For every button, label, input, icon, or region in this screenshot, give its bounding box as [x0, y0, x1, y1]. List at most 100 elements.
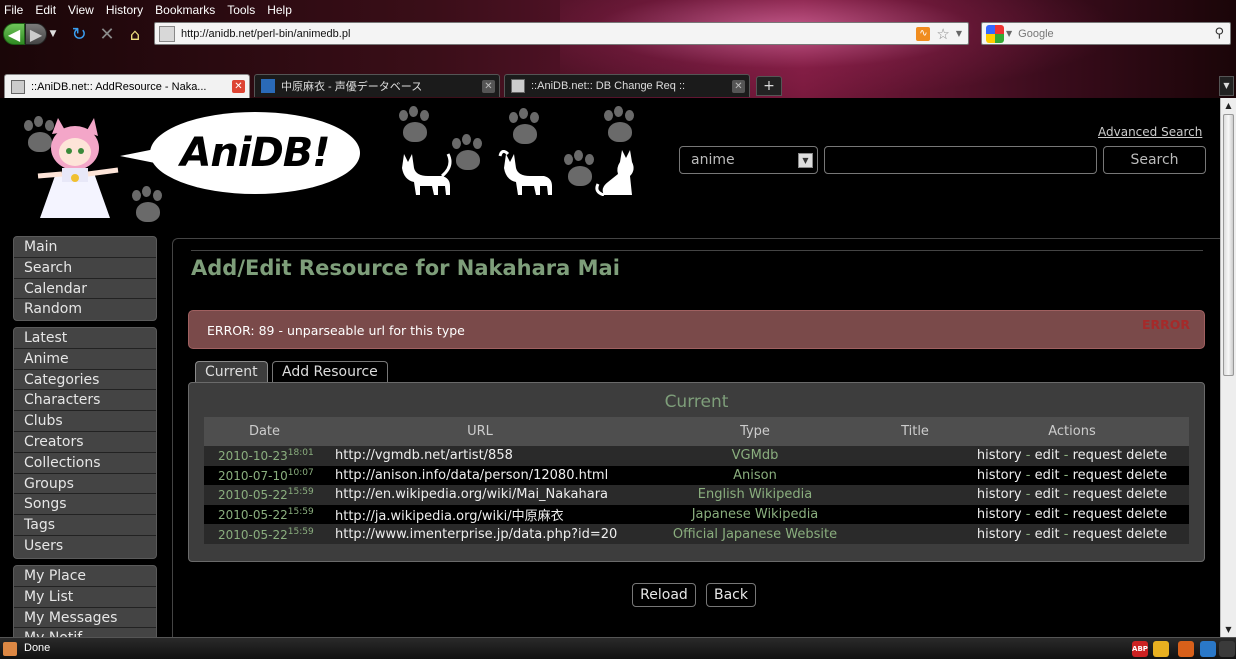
firefox-icon[interactable]	[1178, 641, 1194, 657]
request-delete-link[interactable]: request delete	[1073, 527, 1168, 542]
sidebar-item-tags[interactable]: Tags	[14, 515, 156, 536]
column-header-title[interactable]: Title	[875, 417, 955, 446]
request-delete-link[interactable]: request delete	[1073, 468, 1168, 483]
bookmark-star-icon[interactable]: ☆	[936, 25, 949, 43]
chevron-down-icon[interactable]: ▼	[1006, 29, 1012, 38]
forward-button[interactable]: ▶	[25, 23, 47, 45]
sidebar-item-groups[interactable]: Groups	[14, 474, 156, 495]
search-input[interactable]	[824, 146, 1097, 174]
type-cell[interactable]: VGMdb	[635, 446, 875, 466]
sidebar-item-anime[interactable]: Anime	[14, 349, 156, 370]
menu-view[interactable]: View	[68, 3, 94, 17]
sidebar-item-my-messages[interactable]: My Messages	[14, 608, 156, 629]
column-header-date[interactable]: Date	[204, 417, 325, 446]
sidebar-item-my-notifications[interactable]: My Notif...	[14, 628, 156, 637]
new-tab-button[interactable]: +	[756, 76, 782, 96]
sidebar-item-creators[interactable]: Creators	[14, 432, 156, 453]
search-icon[interactable]: ⚲	[1214, 26, 1224, 41]
sidebar-item-clubs[interactable]: Clubs	[14, 411, 156, 432]
url-cell[interactable]: http://vgmdb.net/artist/858	[325, 446, 635, 466]
sidebar-item-categories[interactable]: Categories	[14, 370, 156, 391]
sidebar-item-songs[interactable]: Songs	[14, 494, 156, 516]
address-bar[interactable]: http://anidb.net/perl-bin/animedb.pl ∿ ☆…	[154, 22, 969, 45]
reload-button[interactable]: Reload	[632, 583, 696, 607]
sidebar-item-my-list[interactable]: My List	[14, 587, 156, 608]
type-cell[interactable]: English Wikipedia	[635, 485, 875, 505]
history-link[interactable]: history	[977, 507, 1022, 522]
search-button[interactable]: Search	[1103, 146, 1206, 174]
stop-button[interactable]: ✕	[96, 23, 118, 45]
url-cell[interactable]: http://anison.info/data/person/12080.htm…	[325, 465, 635, 486]
request-delete-link[interactable]: request delete	[1073, 487, 1168, 502]
search-bar[interactable]: ▼ Google ⚲	[981, 22, 1231, 45]
history-link[interactable]: history	[977, 468, 1022, 483]
addon-face-icon[interactable]	[1153, 641, 1169, 657]
vertical-scrollbar[interactable]: ▲ ▼	[1220, 98, 1236, 637]
close-icon[interactable]: ✕	[732, 79, 745, 93]
search-category-select[interactable]: anime ▼	[679, 146, 818, 174]
tabs-list-button[interactable]: ▼	[1219, 76, 1234, 96]
scroll-thumb[interactable]	[1223, 114, 1234, 376]
site-logo[interactable]: AniDB!	[120, 112, 360, 194]
edit-link[interactable]: edit	[1035, 487, 1060, 502]
url-cell[interactable]: http://en.wikipedia.org/wiki/Mai_Nakahar…	[325, 485, 635, 505]
advanced-search-link[interactable]: Advanced Search	[1098, 125, 1202, 139]
back-button[interactable]: ◀	[3, 23, 25, 45]
type-cell[interactable]: Anison	[635, 465, 875, 486]
close-icon[interactable]: ✕	[482, 79, 495, 93]
history-link[interactable]: history	[977, 448, 1022, 463]
history-dropdown-button[interactable]: ▼	[47, 23, 59, 45]
history-link[interactable]: history	[977, 527, 1022, 542]
scroll-up-arrow-icon[interactable]: ▲	[1221, 98, 1236, 113]
sidebar-item-random[interactable]: Random	[14, 299, 156, 320]
rss-icon[interactable]: ∿	[916, 26, 931, 41]
menu-file[interactable]: File	[4, 3, 23, 17]
column-header-type[interactable]: Type	[635, 417, 875, 446]
url-cell[interactable]: http://ja.wikipedia.org/wiki/中原麻衣	[325, 504, 635, 525]
request-delete-link[interactable]: request delete	[1073, 507, 1168, 522]
type-cell[interactable]: Official Japanese Website	[635, 524, 875, 544]
reload-button[interactable]: ↻	[68, 23, 90, 45]
menu-history[interactable]: History	[106, 3, 143, 17]
resize-grip-icon[interactable]	[1219, 641, 1235, 657]
home-button[interactable]: ⌂	[124, 23, 146, 45]
chevron-down-icon[interactable]: ▼	[956, 29, 962, 38]
menu-edit[interactable]: Edit	[35, 3, 56, 17]
tab-addresource[interactable]: ::AniDB.net:: AddResource - Naka... ✕	[4, 74, 250, 98]
type-cell[interactable]: Japanese Wikipedia	[635, 504, 875, 525]
tab-db-change-req[interactable]: ::AniDB.net:: DB Change Req :: ✕	[504, 74, 750, 97]
edit-link[interactable]: edit	[1035, 527, 1060, 542]
tab-add-resource[interactable]: Add Resource	[272, 361, 388, 383]
edit-link[interactable]: edit	[1035, 468, 1060, 483]
addon-icon[interactable]	[1200, 641, 1216, 657]
menu-tools[interactable]: Tools	[227, 3, 255, 17]
menu-help[interactable]: Help	[267, 3, 292, 17]
sidebar-item-collections[interactable]: Collections	[14, 453, 156, 474]
sidebar-item-latest[interactable]: Latest	[14, 328, 156, 349]
back-button[interactable]: Back	[706, 583, 756, 607]
sidebar-item-users[interactable]: Users	[14, 536, 156, 557]
sidebar-item-search[interactable]: Search	[14, 258, 156, 279]
status-text: Done	[24, 642, 51, 654]
url-cell[interactable]: http://www.imenterprise.jp/data.php?id=2…	[325, 524, 635, 544]
history-link[interactable]: history	[977, 487, 1022, 502]
sidebar-item-my-place[interactable]: My Place	[14, 566, 156, 587]
chevron-down-icon[interactable]: ▼	[798, 153, 813, 168]
tab-seiyuu-db[interactable]: 中原麻衣 - 声優データベース ✕	[254, 74, 500, 97]
tab-current[interactable]: Current	[195, 361, 268, 383]
edit-link[interactable]: edit	[1035, 507, 1060, 522]
menu-bookmarks[interactable]: Bookmarks	[155, 3, 215, 17]
sidebar-item-calendar[interactable]: Calendar	[14, 279, 156, 300]
scroll-down-arrow-icon[interactable]: ▼	[1221, 622, 1236, 637]
close-icon[interactable]: ✕	[232, 80, 245, 93]
column-header-url[interactable]: URL	[325, 417, 635, 446]
sidebar-item-main[interactable]: Main	[14, 237, 156, 258]
request-delete-link[interactable]: request delete	[1073, 448, 1168, 463]
sidebar-item-characters[interactable]: Characters	[14, 390, 156, 412]
edit-link[interactable]: edit	[1035, 448, 1060, 463]
time-value: 15:59	[287, 526, 314, 537]
google-icon[interactable]	[986, 24, 1004, 43]
url-text[interactable]: http://anidb.net/perl-bin/animedb.pl	[181, 28, 916, 40]
search-engine-placeholder[interactable]: Google	[1018, 28, 1214, 40]
adblock-icon[interactable]: ABP	[1132, 641, 1148, 657]
